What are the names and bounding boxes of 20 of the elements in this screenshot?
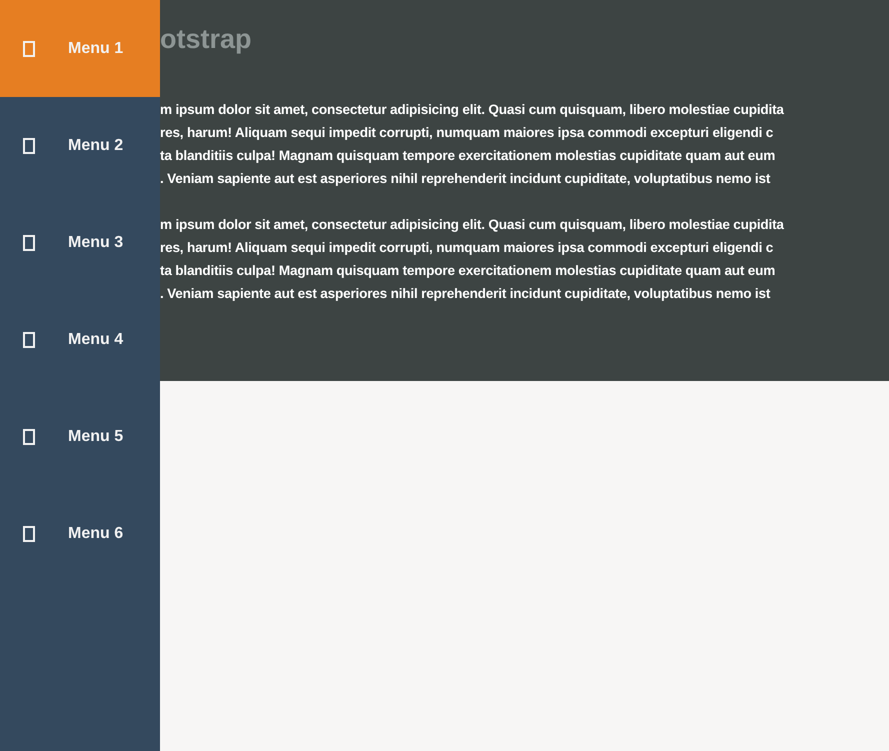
paragraph-line: res, harum! Aliquam sequi impedit corrupti, numquam maiores ipsa commodi excepturi eligendi c: [160, 124, 774, 142]
menu-item[interactable]: Menu 2: [0, 97, 160, 194]
page-title: otstrap: [160, 23, 252, 56]
rectangle-icon: [23, 332, 35, 348]
menu-item[interactable]: Menu 5: [0, 388, 160, 485]
rectangle-icon: [23, 428, 35, 444]
rectangle-icon: [23, 40, 35, 56]
menu-item[interactable]: Menu 3: [0, 194, 160, 291]
paragraph-line: res, harum! Aliquam sequi impedit corrupti, numquam maiores ipsa commodi excepturi eligendi c: [160, 239, 774, 257]
menu-item[interactable]: Menu 4: [0, 291, 160, 388]
rectangle-icon: [23, 526, 35, 542]
paragraph-line: . Veniam sapiente aut est asperiores nihil reprehenderit incidunt cupiditate, voluptatibus nemo ist: [160, 285, 770, 303]
rectangle-icon: [23, 138, 35, 154]
paragraph-line: m ipsum dolor sit amet, consectetur adipisicing elit. Quasi cum quisquam, libero molestiae cupidita: [160, 101, 784, 119]
menu-item[interactable]: Menu 6: [0, 485, 160, 582]
paragraph-line: ta blanditiis culpa! Magnam quisquam tempore exercitationem molestias cupiditate quam aut eum: [160, 262, 776, 280]
rectangle-icon: [23, 234, 35, 250]
paragraph-line: . Veniam sapiente aut est asperiores nihil reprehenderit incidunt cupiditate, voluptatibus nemo ist: [160, 170, 770, 188]
paragraph-line: m ipsum dolor sit amet, consectetur adipisicing elit. Quasi cum quisquam, libero molestiae cupidita: [160, 216, 784, 234]
paragraph-line: ta blanditiis culpa! Magnam quisquam tempore exercitationem molestias cupiditate quam aut eum: [160, 147, 776, 165]
